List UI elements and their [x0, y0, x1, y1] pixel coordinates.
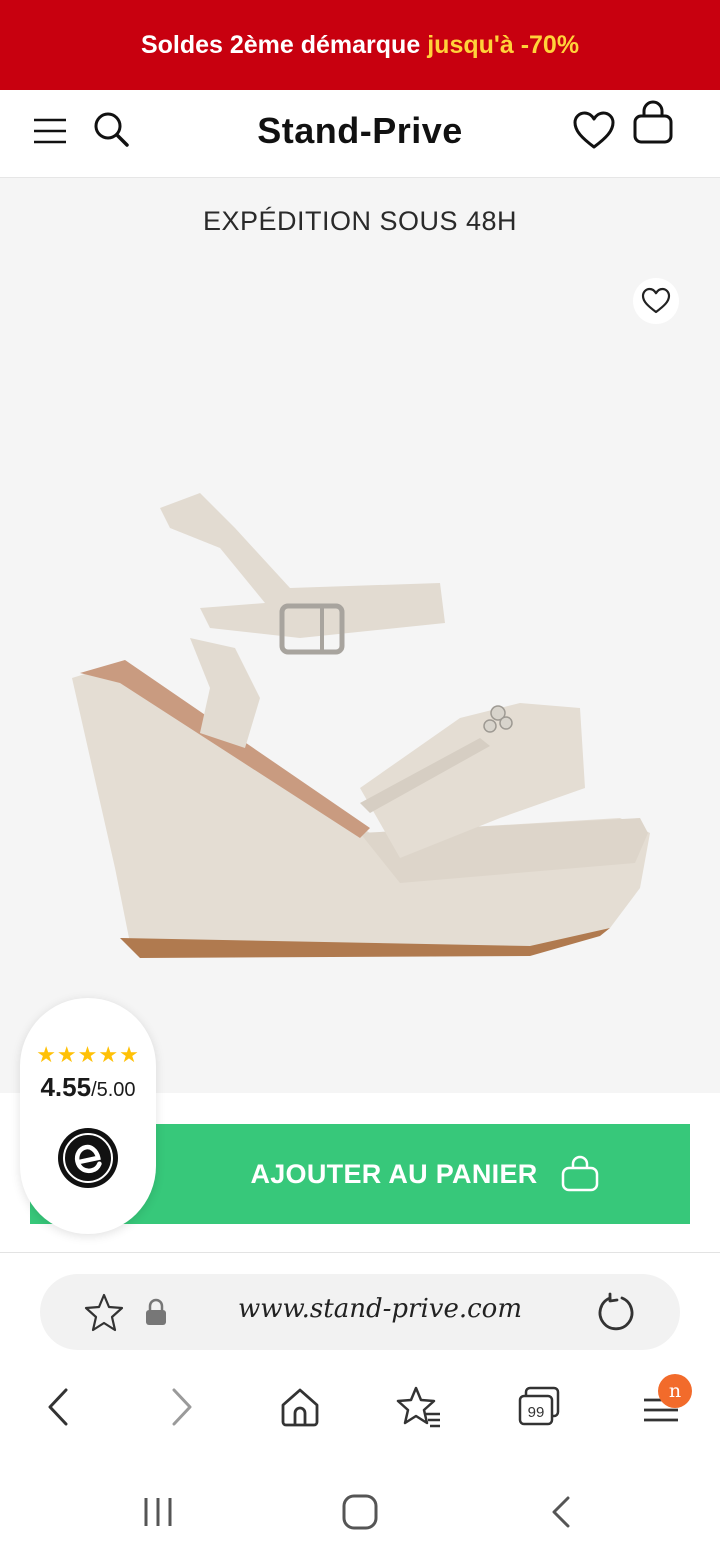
rating-score: 4.55/5.00: [20, 1072, 156, 1103]
back-icon[interactable]: [36, 1384, 82, 1430]
rating-widget[interactable]: ★★★★★ 4.55/5.00: [20, 998, 156, 1234]
menu-notification-badge: n: [658, 1374, 692, 1408]
promo-banner[interactable]: Soldes 2ème démarque jusqu'à -70%: [0, 0, 720, 90]
heart-icon: [641, 287, 671, 314]
bookmarks-icon[interactable]: [396, 1384, 442, 1430]
forward-icon[interactable]: [158, 1384, 204, 1430]
trusted-shops-e-icon: [58, 1128, 118, 1188]
back-icon[interactable]: [540, 1490, 584, 1534]
system-nav-bar: [0, 1470, 720, 1560]
section-divider: [0, 1252, 720, 1253]
tab-count: 99: [528, 1404, 545, 1421]
reload-icon[interactable]: [596, 1292, 636, 1332]
recent-apps-icon[interactable]: [136, 1490, 180, 1534]
add-to-cart-label: AJOUTER AU PANIER: [250, 1158, 538, 1189]
home-icon[interactable]: [277, 1384, 323, 1430]
bag-icon: [561, 1155, 598, 1192]
tabs-icon[interactable]: 99: [516, 1384, 562, 1430]
rating-stars: ★★★★★: [36, 1042, 140, 1067]
product-image-wedge-sandal[interactable]: [60, 488, 660, 988]
browser-url-bar[interactable]: www.stand-prive.com: [40, 1274, 680, 1350]
shipping-label: EXPÉDITION SOUS 48H: [202, 206, 518, 236]
lock-icon: [146, 1298, 166, 1325]
promo-highlight: jusqu'à -70%: [427, 30, 580, 59]
wishlist-heart-icon[interactable]: [572, 110, 616, 150]
promo-text: Soldes 2ème démarque: [140, 30, 421, 59]
home-icon[interactable]: [338, 1490, 382, 1534]
rating-max: /5.00: [91, 1079, 136, 1101]
url-text[interactable]: www.stand-prive.com: [190, 1294, 570, 1324]
site-header: Stand-Prive: [0, 90, 720, 178]
browser-nav-bar: 99: [0, 1370, 720, 1450]
bookmark-star-icon[interactable]: [84, 1292, 124, 1332]
cart-bag-icon[interactable]: [630, 100, 676, 146]
product-gallery: EXPÉDITION SOUS 48H: [0, 178, 720, 1093]
rating-value: 4.55: [40, 1072, 92, 1102]
product-wishlist-button[interactable]: [633, 278, 679, 324]
